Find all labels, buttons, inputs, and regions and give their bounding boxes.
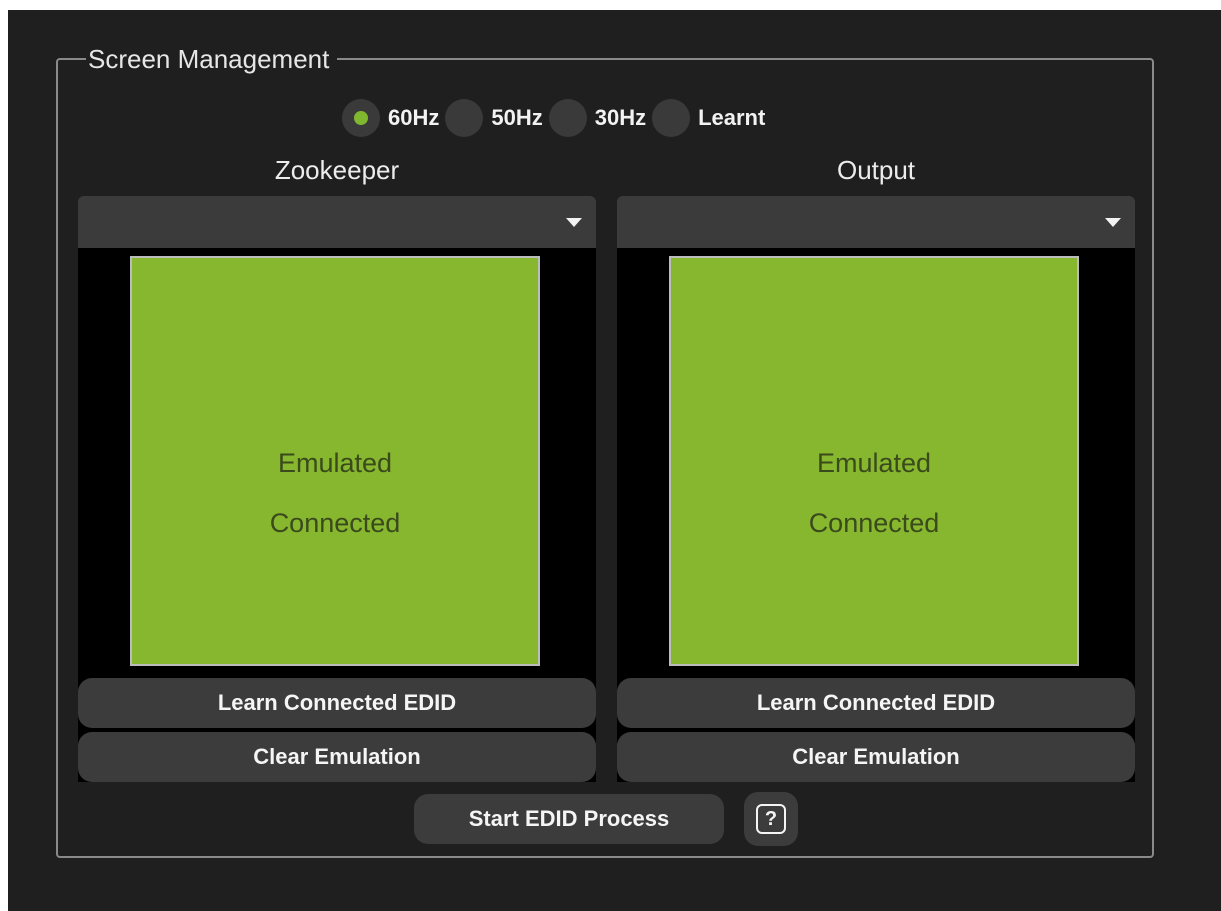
radio-button-icon[interactable] <box>445 99 484 137</box>
output-column: Output Emulated Connected Learn Connecte… <box>617 150 1135 782</box>
column-title: Output <box>836 155 916 185</box>
output-dropdown[interactable] <box>617 196 1135 248</box>
output-screen[interactable]: Emulated Connected <box>669 256 1079 666</box>
bottom-actions: Start EDID Process ? <box>414 792 798 846</box>
button-area: Learn Connected EDID Clear Emulation <box>617 678 1135 782</box>
zookeeper-column: Zookeeper Emulated Connected Learn Conne… <box>78 150 596 782</box>
learn-connected-edid-button[interactable]: Learn Connected EDID <box>78 678 596 728</box>
radio-label: Learnt <box>698 105 766 130</box>
radio-selected-dot <box>354 111 368 125</box>
radio-50hz[interactable]: 50Hz <box>445 99 548 137</box>
screen-panel: Emulated Connected <box>617 248 1135 678</box>
screen-status-connected: Connected <box>269 508 401 538</box>
dropdown-arrow-icon[interactable] <box>566 218 582 227</box>
screen-status-emulated: Emulated <box>277 448 393 478</box>
column-title: Zookeeper <box>274 155 400 185</box>
radio-30hz[interactable]: 30Hz <box>548 99 652 137</box>
radio-button-icon[interactable] <box>548 99 587 137</box>
radio-label: 50Hz <box>491 105 543 130</box>
zookeeper-screen[interactable]: Emulated Connected <box>130 256 540 666</box>
radio-button-icon[interactable] <box>652 99 691 137</box>
zookeeper-dropdown[interactable] <box>78 196 596 248</box>
help-button[interactable]: ? <box>744 792 798 846</box>
help-icon: ? <box>756 804 786 834</box>
learn-connected-edid-button[interactable]: Learn Connected EDID <box>617 678 1135 728</box>
radio-60hz[interactable]: 60Hz <box>342 99 445 137</box>
refresh-rate-radio-group: 60Hz 50Hz 30Hz Learnt <box>342 98 771 138</box>
radio-button-icon[interactable] <box>342 99 380 137</box>
dropdown-arrow-icon[interactable] <box>1105 218 1121 227</box>
radio-learnt[interactable]: Learnt <box>652 99 771 137</box>
screen-status-connected: Connected <box>808 508 940 538</box>
clear-emulation-button[interactable]: Clear Emulation <box>617 732 1135 782</box>
start-edid-process-button[interactable]: Start EDID Process <box>414 794 724 844</box>
radio-label: 30Hz <box>594 105 647 130</box>
screen-status-emulated: Emulated <box>816 448 932 478</box>
group-title: Screen Management <box>86 44 338 74</box>
button-area: Learn Connected EDID Clear Emulation <box>78 678 596 782</box>
radio-label: 60Hz <box>388 105 440 130</box>
clear-emulation-button[interactable]: Clear Emulation <box>78 732 596 782</box>
screen-panel: Emulated Connected <box>78 248 596 678</box>
